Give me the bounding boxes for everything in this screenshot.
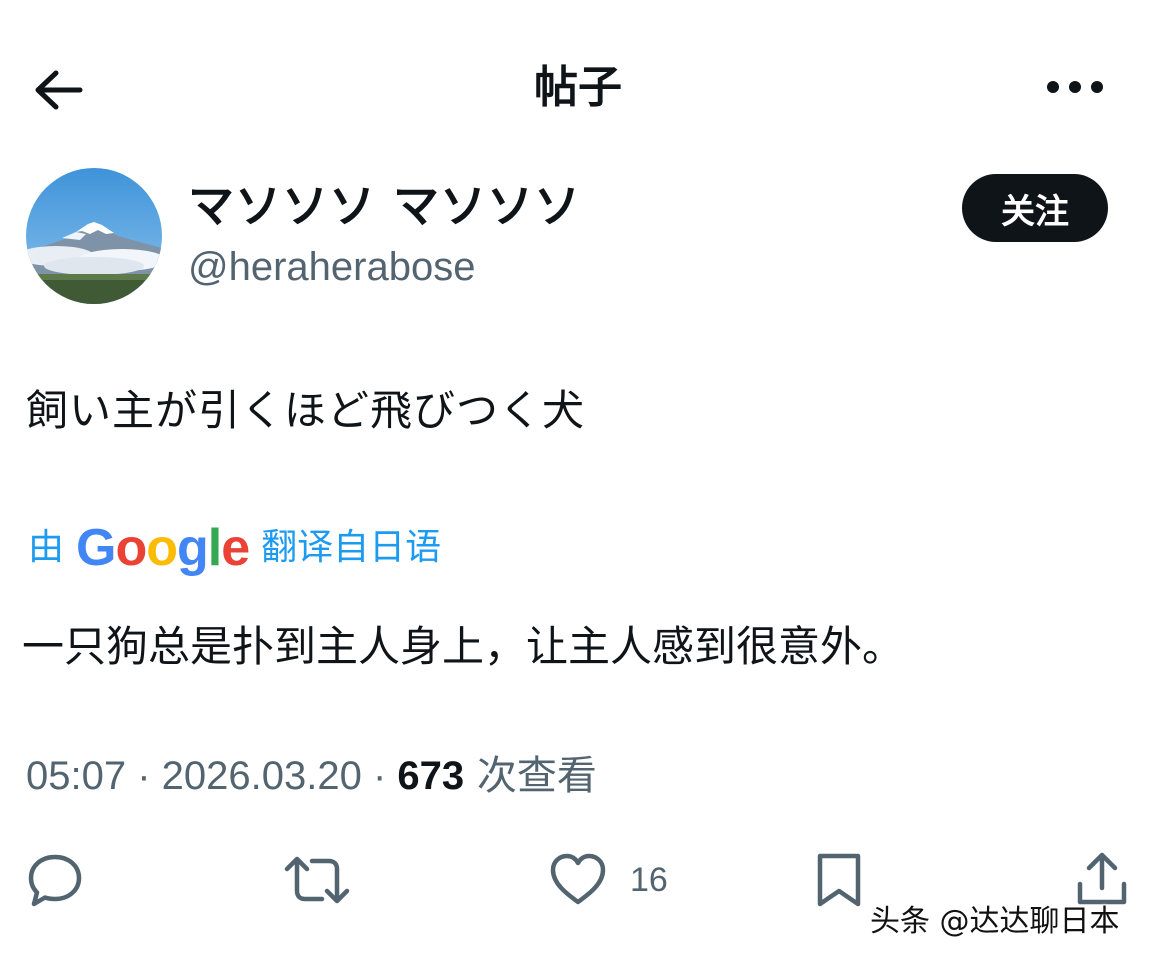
heart-icon xyxy=(550,853,606,905)
repost-icon xyxy=(284,856,350,904)
translated-text: 一只狗总是扑到主人身上，让主人感到很意外。 xyxy=(22,622,905,671)
views-label: 次查看 xyxy=(464,753,597,799)
reply-icon xyxy=(28,854,82,907)
google-logo: Google xyxy=(76,519,250,577)
page-title: 帖子 xyxy=(534,62,622,113)
watermark: 头条 @达达聊日本 xyxy=(870,904,1120,939)
translation-attribution[interactable]: 由 Google 翻译自日语 xyxy=(28,518,441,578)
repost-button[interactable] xyxy=(284,848,350,912)
like-button[interactable]: 16 xyxy=(548,848,668,912)
author-handle[interactable]: @heraherabose xyxy=(188,240,475,294)
bookmark-icon xyxy=(817,853,861,907)
translation-suffix: 翻译自日语 xyxy=(261,527,442,568)
post-time: 05:07 xyxy=(26,754,127,798)
more-horizontal-icon xyxy=(1047,81,1103,93)
mount-fuji-avatar-image xyxy=(26,168,162,304)
bookmark-button[interactable] xyxy=(814,848,864,912)
meta-separator: · xyxy=(361,754,398,798)
like-count: 16 xyxy=(630,860,668,899)
post-meta: 05:07 · 2026.03.20 · 673 次查看 xyxy=(26,748,597,804)
author-display-name[interactable]: マソソソ マソソソ xyxy=(188,176,581,236)
post-text: 飼い主が引くほど飛びつく犬 xyxy=(26,386,586,435)
meta-separator: · xyxy=(126,754,162,798)
follow-button[interactable]: 关注 xyxy=(962,174,1108,242)
avatar[interactable] xyxy=(26,168,162,304)
post-date: 2026.03.20 xyxy=(161,754,362,798)
more-options-button[interactable] xyxy=(1040,62,1110,112)
translation-prefix: 由 xyxy=(28,527,65,568)
reply-button[interactable] xyxy=(26,848,84,912)
views-count[interactable]: 673 xyxy=(397,754,464,798)
